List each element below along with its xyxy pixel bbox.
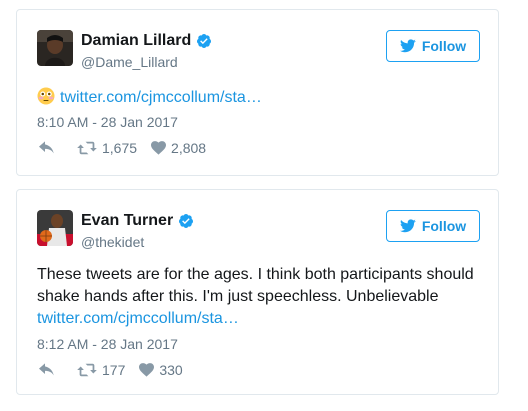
tweet-actions: 1,675 2,808 (39, 140, 206, 156)
retweet-icon (77, 363, 97, 377)
tweet-timestamp[interactable]: 8:10 AM - 28 Jan 2017 (37, 114, 178, 130)
retweet-button[interactable]: 177 (77, 362, 125, 378)
display-name[interactable]: Evan Turner (81, 212, 194, 230)
tweet-link[interactable]: twitter.com/cjmccollum/sta… (60, 89, 262, 106)
heart-icon (139, 363, 155, 377)
tweet-card[interactable]: Damian Lillard @Dame_Lillard Follow twit… (16, 9, 499, 176)
twitter-bird-icon (399, 219, 416, 233)
like-button[interactable]: 330 (139, 362, 183, 378)
follow-label: Follow (421, 218, 467, 234)
retweet-count: 1,675 (102, 140, 138, 156)
like-count: 330 (159, 362, 183, 378)
display-name[interactable]: Damian Lillard (81, 32, 212, 50)
avatar[interactable] (37, 30, 73, 66)
reply-icon (39, 363, 54, 376)
twitter-bird-icon (399, 39, 416, 53)
follow-button[interactable]: Follow (386, 30, 480, 62)
tweet-body: These tweets are for the ages. I think b… (37, 266, 474, 305)
reply-button[interactable] (39, 363, 55, 377)
retweet-count: 177 (102, 362, 126, 378)
tweet-text: These tweets are for the ages. I think b… (37, 264, 478, 330)
like-count: 2,808 (171, 140, 207, 156)
tweet-card[interactable]: Evan Turner @thekidet Follow These tweet… (16, 189, 499, 395)
retweet-button[interactable]: 1,675 (77, 140, 137, 156)
verified-badge-icon (197, 34, 212, 48)
follow-label: Follow (421, 38, 467, 54)
reply-button[interactable] (39, 141, 55, 155)
follow-button[interactable]: Follow (386, 210, 480, 242)
display-name-text: Evan Turner (81, 212, 174, 229)
user-handle[interactable]: @Dame_Lillard (81, 54, 178, 70)
tweet-timestamp[interactable]: 8:12 AM - 28 Jan 2017 (37, 336, 178, 352)
user-handle[interactable]: @thekidet (81, 234, 144, 250)
avatar[interactable] (37, 210, 73, 246)
tweet-text: twitter.com/cjmccollum/sta… (37, 87, 478, 109)
display-name-text: Damian Lillard (81, 32, 192, 49)
verified-badge-icon (179, 214, 194, 228)
tweet-actions: 177 330 (39, 362, 183, 378)
heart-icon (151, 141, 167, 155)
like-button[interactable]: 2,808 (151, 140, 206, 156)
flushed-face-emoji-icon (37, 87, 55, 105)
reply-icon (39, 141, 54, 154)
retweet-icon (77, 141, 97, 155)
tweet-link[interactable]: twitter.com/cjmccollum/sta… (37, 310, 239, 327)
